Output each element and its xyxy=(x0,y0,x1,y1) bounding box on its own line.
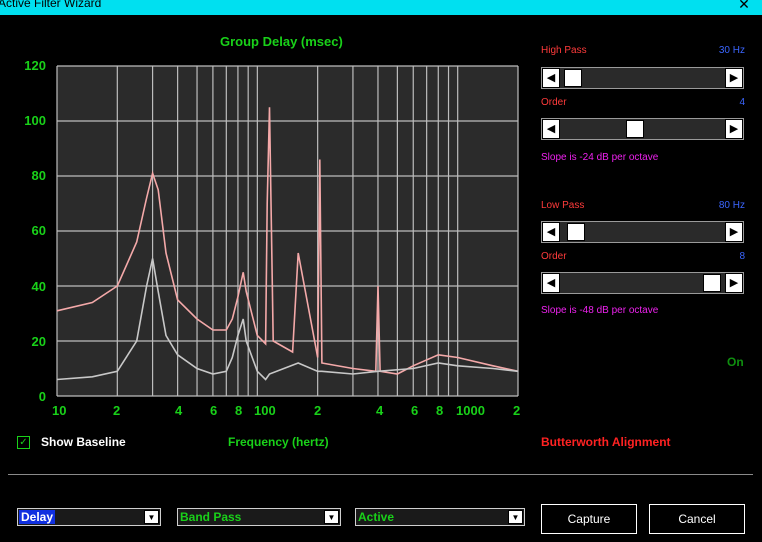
client-area: Group Delay (msec) 120 100 80 60 40 20 0… xyxy=(0,15,762,542)
low-pass-slider[interactable]: ◀ ▶ xyxy=(541,221,744,243)
x-tick-label: 4 xyxy=(175,403,183,418)
x-tick-label: 2 xyxy=(513,403,521,418)
x-tick-label: 10 xyxy=(52,403,67,418)
high-pass-label: High Pass xyxy=(541,45,587,56)
window-title: Active Filter Wizard xyxy=(0,0,102,10)
close-button[interactable]: ✕ xyxy=(726,0,762,15)
capture-button[interactable]: Capture xyxy=(541,504,637,534)
right-arrow-icon[interactable]: ▶ xyxy=(725,222,743,242)
x-tick-label: 2 xyxy=(314,403,322,418)
high-pass-value: 30 Hz xyxy=(718,45,745,56)
left-arrow-icon[interactable]: ◀ xyxy=(542,119,560,139)
high-pass-slope-text: Slope is -24 dB per octave xyxy=(541,152,659,163)
dropdown-arrow-icon[interactable]: ▼ xyxy=(508,510,523,524)
status-indicator: On xyxy=(727,355,744,369)
filter-mode-select[interactable]: Active ▼ xyxy=(355,508,525,526)
low-pass-order-label: Order xyxy=(541,251,567,262)
filter-mode-value: Active xyxy=(358,510,395,524)
high-pass-order-value: 4 xyxy=(739,97,745,108)
x-tick-label: 1000 xyxy=(456,403,485,418)
view-select-value: Delay xyxy=(19,510,56,524)
high-pass-slider-thumb[interactable] xyxy=(564,69,583,87)
low-pass-value: 80 Hz xyxy=(718,200,745,211)
dropdown-arrow-icon[interactable]: ▼ xyxy=(324,510,339,524)
right-arrow-icon[interactable]: ▶ xyxy=(725,119,743,139)
title-bar: Active Filter Wizard ✕ xyxy=(0,0,762,15)
low-pass-slider-thumb[interactable] xyxy=(567,223,586,241)
show-baseline-checkbox[interactable]: ✓ xyxy=(17,436,30,449)
low-pass-order-slider[interactable]: ◀ ▶ xyxy=(541,272,744,294)
high-pass-order-slider-thumb[interactable] xyxy=(626,120,645,138)
x-tick-label: 100 xyxy=(254,403,276,418)
x-tick-label: 8 xyxy=(436,403,444,418)
x-axis-label: Frequency (hertz) xyxy=(228,435,329,449)
low-pass-label: Low Pass xyxy=(541,200,585,211)
low-pass-slope-text: Slope is -48 dB per octave xyxy=(541,305,659,316)
low-pass-order-value: 8 xyxy=(739,251,745,262)
right-arrow-icon[interactable]: ▶ xyxy=(725,68,743,88)
high-pass-slider[interactable]: ◀ ▶ xyxy=(541,67,744,89)
high-pass-order-label: Order xyxy=(541,97,567,108)
x-tick-label: 6 xyxy=(411,403,419,418)
x-tick-label: 8 xyxy=(235,403,243,418)
right-arrow-icon[interactable]: ▶ xyxy=(725,273,743,293)
low-pass-order-slider-thumb[interactable] xyxy=(702,274,721,292)
x-tick-label: 6 xyxy=(210,403,218,418)
x-tick-label: 4 xyxy=(376,403,384,418)
left-arrow-icon[interactable]: ◀ xyxy=(542,68,560,88)
cancel-button[interactable]: Cancel xyxy=(649,504,745,534)
divider xyxy=(8,474,753,475)
dropdown-arrow-icon[interactable]: ▼ xyxy=(144,510,159,524)
filter-type-select[interactable]: Band Pass ▼ xyxy=(177,508,341,526)
left-arrow-icon[interactable]: ◀ xyxy=(542,222,560,242)
alignment-label: Butterworth Alignment xyxy=(541,435,671,449)
show-baseline-label[interactable]: Show Baseline xyxy=(41,435,126,449)
x-tick-label: 2 xyxy=(113,403,121,418)
view-select[interactable]: Delay ▼ xyxy=(17,508,161,526)
left-arrow-icon[interactable]: ◀ xyxy=(542,273,560,293)
high-pass-order-slider[interactable]: ◀ ▶ xyxy=(541,118,744,140)
filter-type-value: Band Pass xyxy=(180,510,242,524)
